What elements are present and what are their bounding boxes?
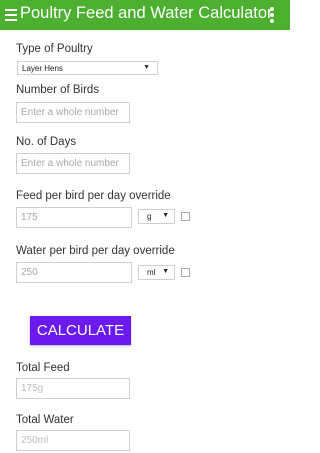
birds-placeholder: Enter a whole number: [21, 107, 119, 118]
poultry-type-value: Layer Hens: [22, 64, 63, 73]
water-override-label: Water per bird per day override: [16, 245, 175, 257]
more-vert-icon[interactable]: [270, 7, 274, 24]
hamburger-menu-icon[interactable]: [5, 9, 17, 21]
feed-override-value: 175: [21, 212, 38, 223]
dropdown-arrow-icon: ▼: [162, 268, 169, 275]
app-bar: Poultry Feed and Water Calculator: [0, 0, 290, 30]
water-unit-value: ml: [147, 268, 156, 277]
total-water-label: Total Water: [16, 414, 74, 426]
days-placeholder: Enter a whole number: [21, 158, 119, 169]
dropdown-arrow-icon: ▼: [162, 212, 169, 219]
poultry-type-label: Type of Poultry: [16, 43, 93, 55]
birds-label: Number of Birds: [16, 84, 100, 96]
feed-override-checkbox[interactable]: [181, 212, 190, 221]
app-title: Poultry Feed and Water Calculator: [20, 4, 273, 22]
total-feed-output: 175g: [16, 378, 130, 399]
poultry-type-select[interactable]: Layer Hens ▼: [17, 61, 158, 75]
total-feed-value: 175g: [21, 383, 44, 394]
feed-unit-value: g: [147, 212, 152, 221]
water-override-value: 250: [21, 267, 38, 278]
water-override-checkbox[interactable]: [181, 268, 190, 277]
feed-unit-select[interactable]: g ▼: [138, 209, 175, 224]
feed-override-label: Feed per bird per day override: [16, 190, 171, 202]
total-feed-label: Total Feed: [16, 362, 70, 374]
calculate-button[interactable]: CALCULATE: [30, 316, 131, 345]
days-label: No. of Days: [16, 136, 77, 148]
water-override-input[interactable]: 250: [16, 262, 132, 283]
birds-input[interactable]: Enter a whole number: [16, 102, 130, 123]
total-water-output: 250ml: [16, 430, 130, 451]
feed-override-input[interactable]: 175: [16, 207, 132, 228]
dropdown-arrow-icon: ▼: [143, 64, 150, 71]
total-water-value: 250ml: [21, 435, 49, 446]
days-input[interactable]: Enter a whole number: [16, 153, 130, 174]
water-unit-select[interactable]: ml ▼: [138, 265, 175, 280]
